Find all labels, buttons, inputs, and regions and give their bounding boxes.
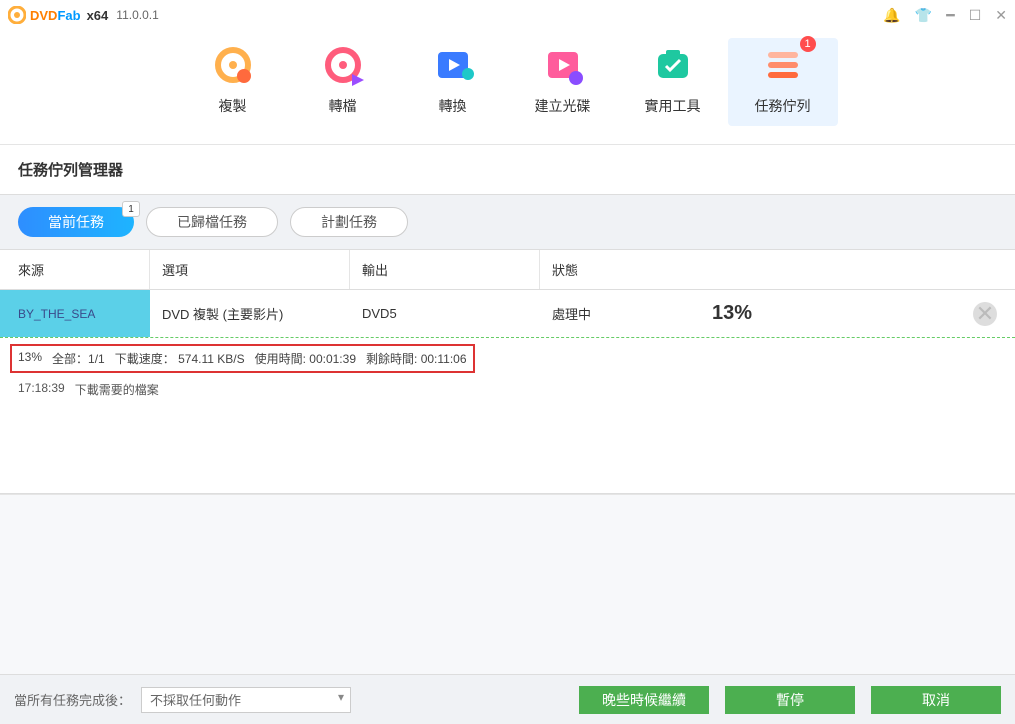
ripper-icon (322, 44, 364, 86)
chevron-down-icon: ▾ (338, 690, 344, 704)
subtab-current[interactable]: 當前任務 1 (18, 207, 134, 237)
task-log-row: 17:18:39 下載需要的檔案 (0, 377, 1015, 402)
version-text: 11.0.0.1 (116, 8, 158, 22)
task-percent: 13% (712, 302, 752, 325)
subtab-plan[interactable]: 計劃任務 (290, 207, 408, 237)
copy-icon (212, 44, 254, 86)
close-icon[interactable]: ✕ (995, 7, 1007, 24)
cancel-button[interactable]: 取消 (871, 686, 1001, 714)
minimize-icon[interactable]: ━ (946, 7, 954, 24)
util-icon (652, 44, 694, 86)
task-status: 處理中 (552, 304, 692, 323)
footer-action-select[interactable]: 不採取任何動作 ▾ (141, 687, 351, 713)
maximize-icon[interactable]: ☐ (969, 7, 982, 24)
task-source: BY_THE_SEA (0, 290, 150, 337)
category-copy[interactable]: 複製 (178, 38, 288, 126)
ripper-label: 轉檔 (329, 96, 357, 116)
footer-select-value: 不採取任何動作 (150, 690, 241, 709)
log-msg: 下載需要的檔案 (75, 381, 159, 398)
subtab-archived[interactable]: 已歸檔任務 (146, 207, 278, 237)
category-convert[interactable]: 轉換 (398, 38, 508, 126)
creator-icon (542, 44, 584, 86)
notify-icon[interactable]: 🔔 (883, 7, 900, 24)
category-queue[interactable]: 1 任務佇列 (728, 38, 838, 126)
task-row[interactable]: BY_THE_SEA DVD 複製 (主要影片) DVD5 處理中 13% ✕ (0, 290, 1015, 338)
col-option: 選項 (150, 250, 350, 289)
task-output: DVD5 (350, 306, 540, 321)
col-status: 狀態 (540, 260, 1015, 279)
subtab-current-label: 當前任務 (48, 212, 104, 232)
app-logo: DVDFab x64 11.0.0.1 (8, 6, 159, 24)
log-time: 17:18:39 (18, 381, 65, 398)
task-progress-detail: 13% 全部：1/1 下載速度： 574.11 KB/S 使用時間: 00:01… (10, 344, 475, 373)
category-creator[interactable]: 建立光碟 (508, 38, 618, 126)
subtab-plan-label: 計劃任務 (321, 212, 377, 232)
col-output: 輸出 (350, 250, 540, 289)
brand-text: DVDFab (30, 8, 81, 23)
copy-label: 複製 (219, 96, 247, 116)
subtab-archived-label: 已歸檔任務 (177, 212, 247, 232)
arch-text: x64 (87, 8, 109, 23)
category-ripper[interactable]: 轉檔 (288, 38, 398, 126)
footer-label: 當所有任務完成後： (14, 690, 131, 709)
queue-label: 任務佇列 (755, 96, 811, 116)
col-source: 來源 (0, 250, 150, 289)
util-label: 實用工具 (645, 96, 701, 116)
continue-later-button[interactable]: 晚些時候繼續 (579, 686, 709, 714)
subtabs: 當前任務 1 已歸檔任務 計劃任務 (0, 194, 1015, 250)
page-title: 任務佇列管理器 (0, 145, 1015, 194)
convert-icon (432, 44, 474, 86)
logo-icon (8, 6, 26, 24)
detail-pct: 13% (18, 350, 42, 367)
empty-area (0, 494, 1015, 674)
convert-label: 轉換 (439, 96, 467, 116)
pause-button[interactable]: 暫停 (725, 686, 855, 714)
category-util[interactable]: 實用工具 (618, 38, 728, 126)
footer: 當所有任務完成後： 不採取任何動作 ▾ 晚些時候繼續 暫停 取消 (0, 674, 1015, 724)
creator-label: 建立光碟 (535, 96, 591, 116)
task-cancel-icon[interactable]: ✕ (973, 302, 997, 326)
subtab-current-badge: 1 (122, 201, 140, 217)
titlebar: DVDFab x64 11.0.0.1 🔔 👕 ━ ☐ ✕ (0, 0, 1015, 30)
account-icon[interactable]: 👕 (915, 7, 932, 24)
task-option: DVD 複製 (主要影片) (150, 304, 350, 323)
category-strip: 複製 轉檔 轉換 建立光碟 (0, 30, 1015, 145)
table-header: 來源 選項 輸出 狀態 (0, 250, 1015, 290)
queue-icon (762, 44, 804, 86)
